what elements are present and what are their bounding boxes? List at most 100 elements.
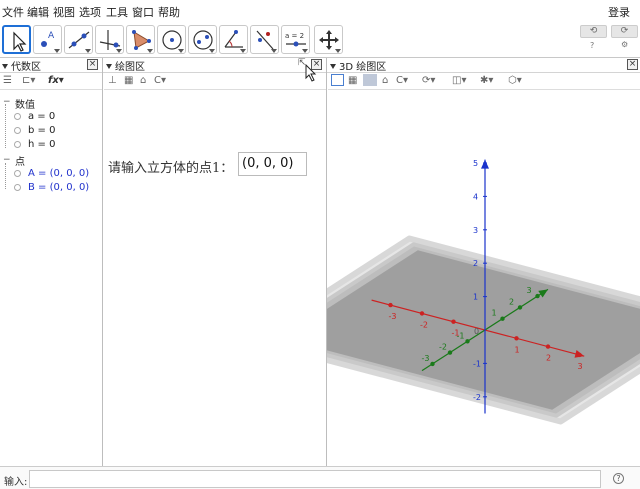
help-icon[interactable]: ? [590,41,594,50]
menu-tools[interactable]: 工具 [106,4,128,20]
view-direction-icon[interactable]: ⬡▾ [508,75,522,86]
input-help-icon[interactable]: ? [613,473,624,484]
slider-tool-label: a = 2 [285,32,304,40]
collapse-group-icon[interactable]: − [3,155,11,165]
graphics3d-canvas[interactable]: -3-2-1123-3-2-1123-2-1123450 [327,90,640,465]
y-axis-tick [517,305,523,310]
x-axis-tick-label: 3 [578,362,583,371]
collapse-arrow-icon[interactable] [330,64,336,69]
input-bar-label: 输入: [4,477,28,488]
y-axis-tick [500,316,505,321]
point-capture-icon[interactable]: C▾ [154,75,166,86]
visibility-toggle[interactable] [14,141,21,148]
point-capture3d-icon[interactable]: C▾ [396,75,408,86]
group-label-numbers: 数值 [15,100,35,111]
algebra-graphics-divider[interactable] [102,58,103,466]
visibility-toggle[interactable] [14,170,21,177]
command-input[interactable] [29,470,601,488]
reflect-tool-button[interactable] [250,25,279,54]
dropdown-arrow-icon [240,49,246,53]
visibility-toggle[interactable] [14,127,21,134]
auxiliary-objects-icon[interactable]: ⊏▾ [22,75,35,86]
circle-tool-button[interactable] [157,25,186,54]
algebra-item-b[interactable]: b = 0 [28,125,55,136]
input-box-caption: 请输入立方体的点1： [108,161,234,176]
dropdown-arrow-icon [54,49,60,53]
z-axis-tick-label: 5 [473,159,478,168]
menu-options[interactable]: 选项 [79,4,101,20]
x-axis-tick [451,319,456,324]
collapse-arrow-icon[interactable] [2,64,8,69]
algebra-item-a[interactable]: a = 0 [28,111,55,122]
graphics-view-header[interactable]: 绘图区 [104,58,324,73]
origin-label: 0 [474,327,479,336]
z-axis-tick-label: -1 [473,359,481,368]
menu-window[interactable]: 窗口 [132,4,154,20]
dropdown-arrow-icon [116,49,122,53]
sort-icon[interactable]: ☰ [3,75,12,86]
redo-button[interactable]: ⟳ [611,25,638,38]
perpendicular-tool-button[interactable] [95,25,124,54]
y-axis-tick [430,361,435,367]
graphics3d-view-header[interactable]: 3D 绘图区 [328,58,628,73]
menu-edit[interactable]: 编辑 [27,4,49,20]
gear-icon[interactable]: ⚙ [621,40,628,49]
toolbar: A a = 2 ⟲ ⟳ ? ⚙ [0,22,640,58]
polygon-tool-button[interactable] [126,25,155,54]
plane-toggle-icon[interactable] [363,74,377,86]
undo-button[interactable]: ⟲ [580,25,607,38]
close-graphics3d-view-button[interactable]: × [627,59,638,70]
grid-toggle-icon[interactable]: ▦ [124,75,133,86]
y-axis-tick-label: -2 [439,343,447,352]
x-axis-tick-label: -3 [389,312,397,321]
axes-toggle-icon[interactable]: ⊥ [108,75,117,86]
description-mode-icon[interactable]: fx▾ [48,75,64,86]
y-axis-tick-label: 1 [492,309,497,318]
angle-tool-button[interactable] [219,25,248,54]
collapse-group-icon[interactable]: − [3,97,11,107]
x-axis-tick [388,302,393,308]
menu-view[interactable]: 视图 [53,4,75,20]
dropdown-arrow-icon [302,49,308,53]
collapse-arrow-icon[interactable] [106,64,112,69]
menu-help[interactable]: 帮助 [158,4,180,20]
rotate-view-icon[interactable]: ⟳▾ [422,75,435,86]
x-axis-tick-label: 2 [546,354,551,363]
algebra-item-h[interactable]: h = 0 [28,139,55,150]
move-graphics-view-button[interactable] [314,25,343,54]
projection-icon[interactable]: ✱▾ [480,75,493,86]
x-axis-tick [577,352,582,358]
mouse-cursor-icon [305,64,317,82]
y-axis-tick-label: -1 [457,331,465,340]
move-tool-button[interactable] [2,25,31,54]
dropdown-arrow-icon [271,49,277,53]
menu-file[interactable]: 文件 [2,4,24,20]
axes3d-toggle-icon[interactable] [331,74,344,86]
visibility-toggle[interactable] [14,184,21,191]
group-label-points: 点 [15,157,25,168]
line-tool-button[interactable] [64,25,93,54]
y-axis-tick [447,350,453,355]
slider-tool-button[interactable]: a = 2 [281,25,310,54]
grid3d-toggle-icon[interactable]: ▦ [348,75,357,86]
visibility-toggle[interactable] [14,113,21,120]
menu-bar: 文件 编辑 视图 选项 工具 窗口 帮助 登录 [0,0,640,22]
algebra-item-B[interactable]: B = (0, 0, 0) [28,182,89,193]
dropdown-arrow-icon [335,49,341,53]
login-link[interactable]: 登录 [608,4,630,20]
home3d-icon[interactable]: ⌂ [382,75,388,86]
x-axis-tick [419,311,425,316]
z-axis-tick-label: -2 [473,393,481,402]
point-input-box[interactable]: (0, 0, 0) [238,152,307,176]
z-axis-tick-label: 2 [473,259,478,268]
close-algebra-view-button[interactable]: × [87,59,98,70]
home-icon[interactable]: ⌂ [140,75,146,86]
point-tool-button[interactable]: A [33,25,62,54]
ellipse-tool-button[interactable] [188,25,217,54]
algebra-item-A[interactable]: A = (0, 0, 0) [28,168,89,179]
y-axis-tick [535,293,540,299]
graphics-style-bar: ⊥ ▦ ⌂ C▾ [104,73,326,90]
y-axis-tick-label: 3 [527,286,532,295]
x-axis-tick [514,336,519,341]
clipping-icon[interactable]: ◫▾ [452,75,466,86]
